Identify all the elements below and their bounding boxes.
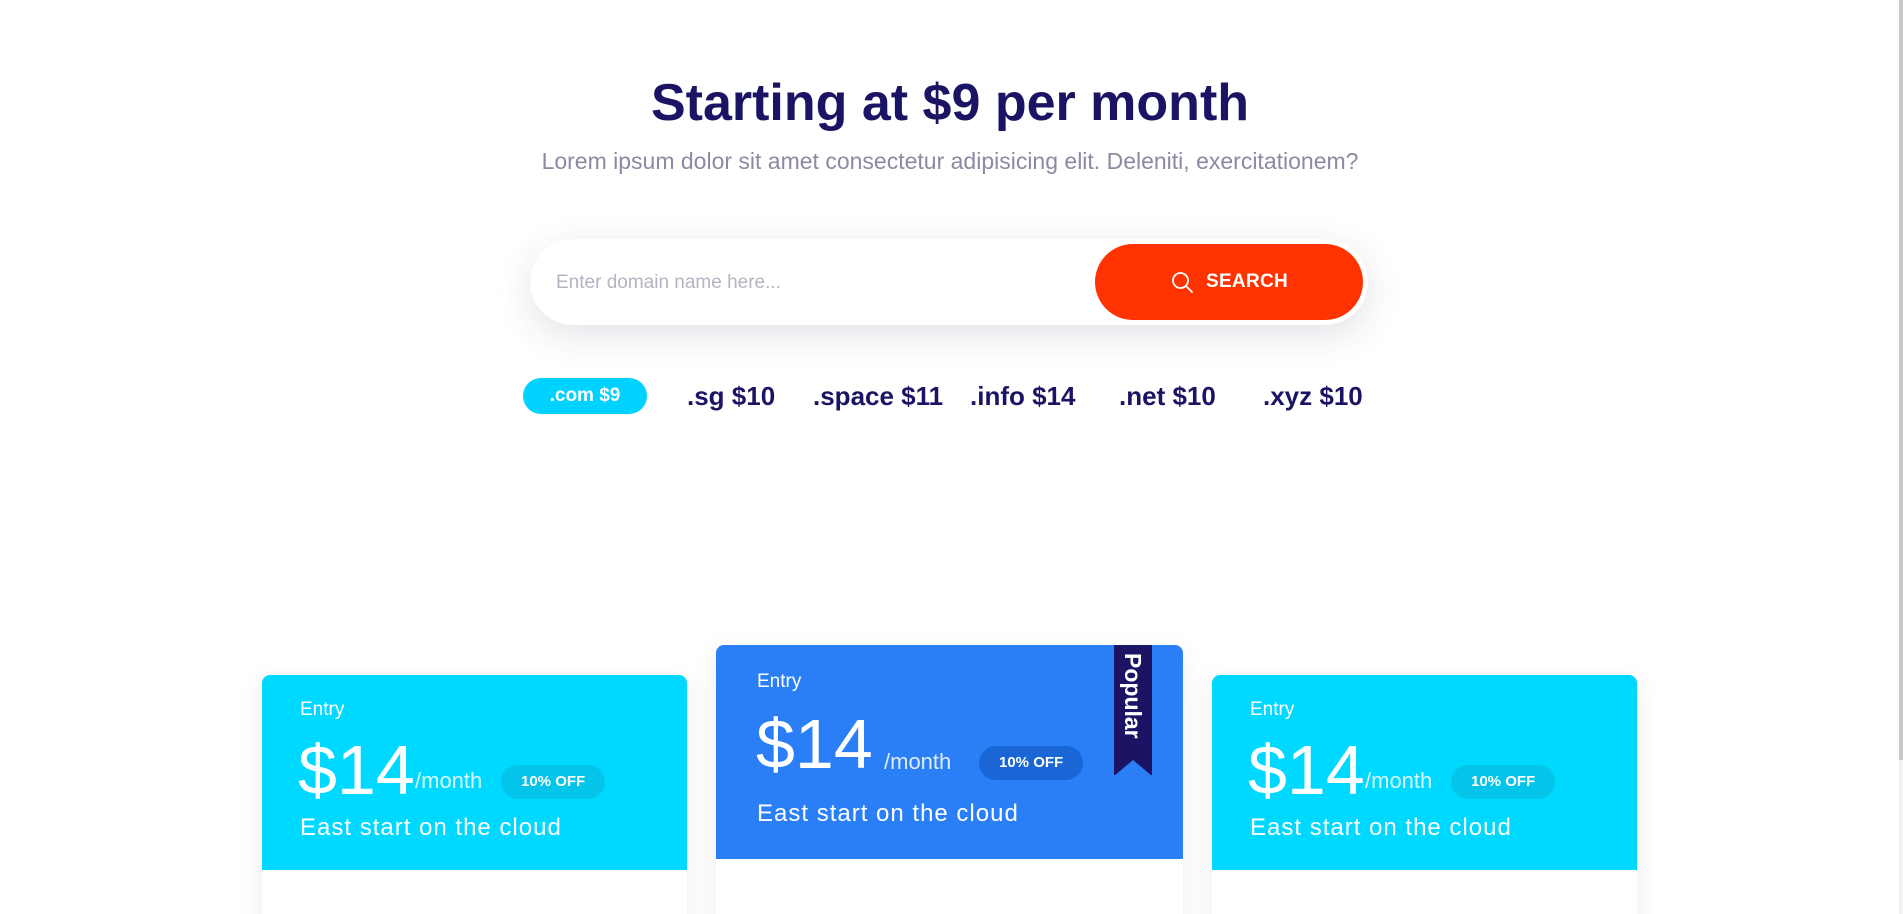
plan-price: $14 [756, 705, 873, 783]
plan-price: $14 [1248, 731, 1365, 809]
plan-tier: Entry [757, 671, 802, 692]
plan-tier: Entry [1250, 699, 1295, 720]
tld-com[interactable]: .com $9 [523, 378, 647, 414]
pricing-card-header: Entry $14 /month 10% OFF East start on t… [1212, 675, 1637, 870]
search-icon [1172, 272, 1193, 293]
pricing-card-entry-popular: Entry $14 /month 10% OFF East start on t… [716, 645, 1183, 914]
discount-badge: 10% OFF [979, 746, 1084, 780]
pricing-card-header: Entry $14 /month 10% OFF East start on t… [716, 645, 1183, 859]
popular-ribbon: Popular [1114, 645, 1152, 776]
tld-space[interactable]: .space $11 [813, 378, 943, 414]
plan-period: /month [1365, 768, 1433, 793]
pricing-card-entry-1: Entry $14 /month 10% OFF East start on t… [262, 675, 687, 914]
pricing-card-header: Entry $14 /month 10% OFF East start on t… [262, 675, 687, 870]
tld-net[interactable]: .net $10 [1119, 378, 1216, 414]
plan-tagline: East start on the cloud [1250, 814, 1512, 841]
domain-search-input[interactable] [554, 239, 1078, 327]
search-button[interactable]: SEARCH [1095, 244, 1363, 320]
domain-search-box: SEARCH [530, 239, 1368, 327]
tld-sg[interactable]: .sg $10 [687, 378, 775, 414]
pricing-card-entry-3: Entry $14 /month 10% OFF East start on t… [1212, 675, 1637, 914]
vertical-scrollbar[interactable] [1899, 0, 1903, 914]
plan-tagline: East start on the cloud [300, 814, 562, 841]
tld-info[interactable]: .info $14 [970, 378, 1075, 414]
plan-price: $14 [298, 731, 415, 809]
page-title: Starting at $9 per month [650, 74, 1250, 132]
plan-period: /month [415, 768, 483, 793]
tld-price-list: .com $9 .sg $10 .space $11 .info $14 .ne… [523, 378, 1383, 414]
popular-ribbon-label: Popular [1120, 653, 1146, 739]
search-button-label: SEARCH [1205, 271, 1289, 292]
page: Starting at $9 per month Lorem ipsum dol… [0, 0, 1903, 914]
page-subtitle: Lorem ipsum dolor sit amet consectetur a… [541, 148, 1359, 174]
plan-tier: Entry [300, 699, 345, 720]
tld-xyz[interactable]: .xyz $10 [1263, 378, 1363, 414]
discount-badge: 10% OFF [501, 765, 606, 799]
plan-period: /month [884, 749, 952, 774]
plan-tagline: East start on the cloud [757, 800, 1019, 827]
scrollbar-thumb[interactable] [1899, 0, 1903, 760]
discount-badge: 10% OFF [1451, 765, 1556, 799]
